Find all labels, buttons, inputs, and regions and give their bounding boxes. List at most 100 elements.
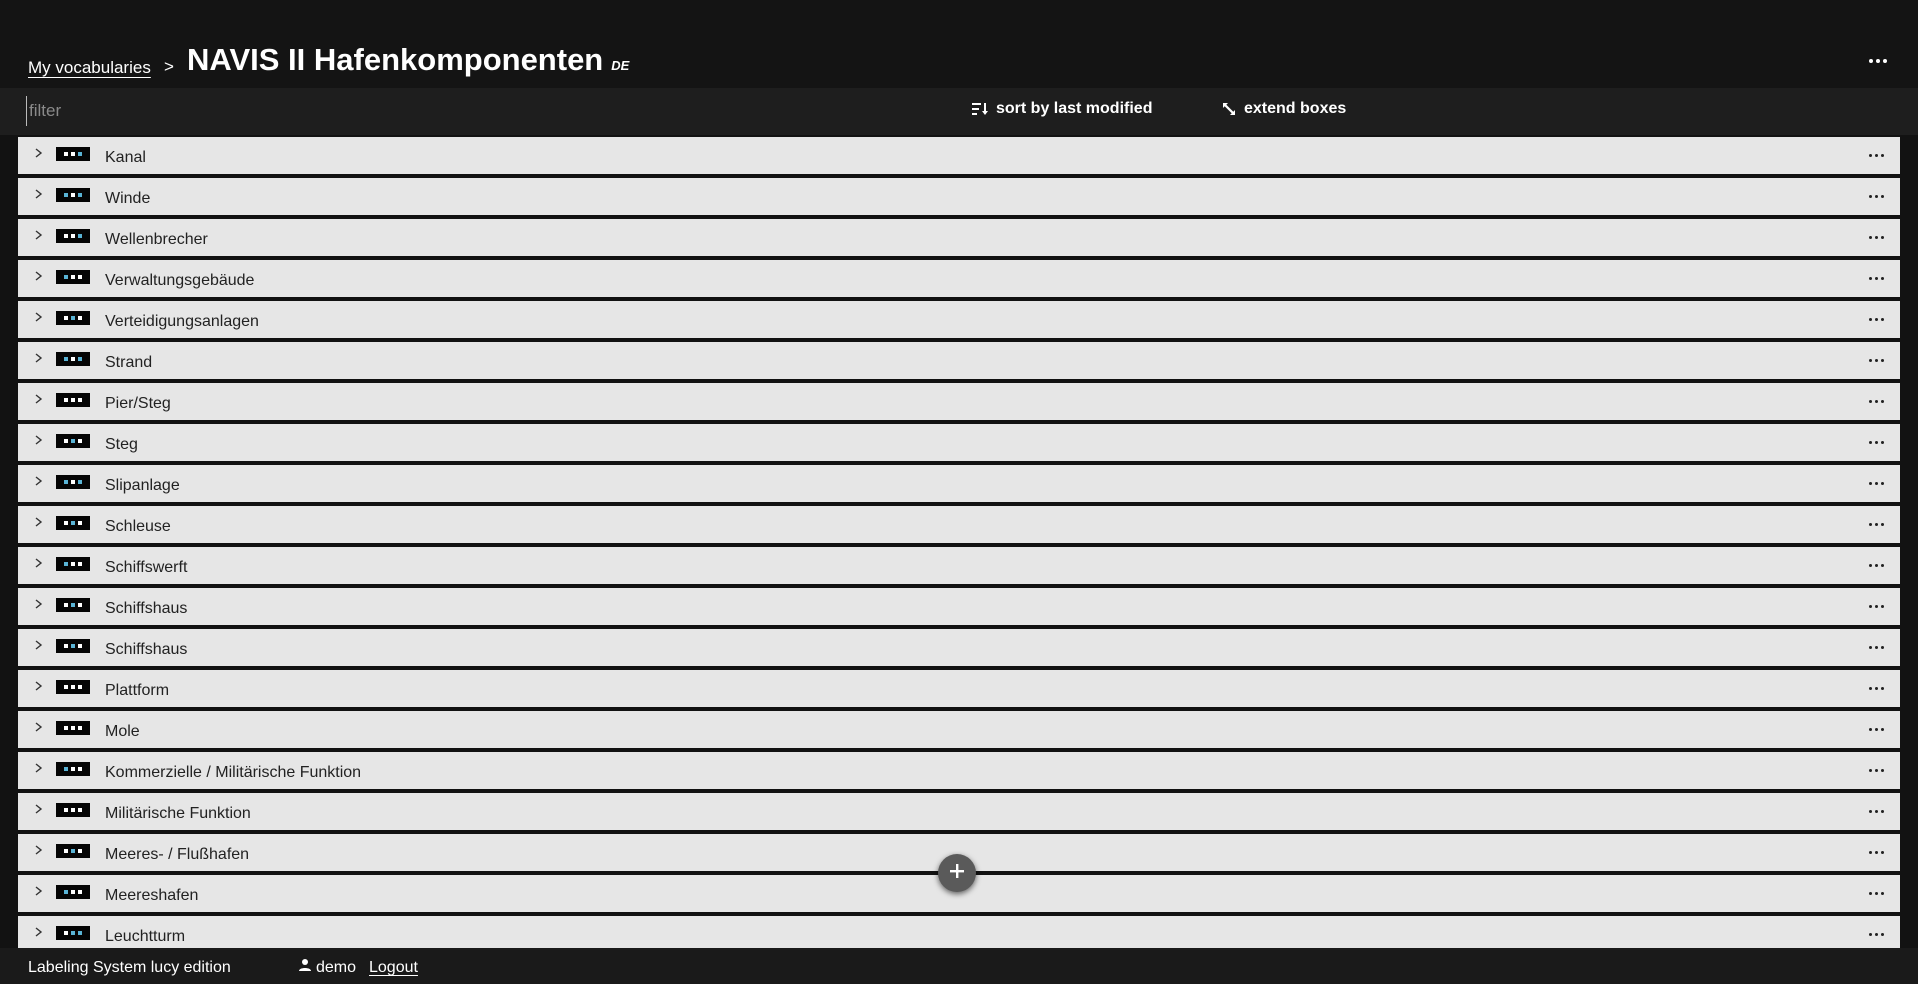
concept-thumbnail	[56, 188, 90, 202]
footer-brand: Labeling System lucy edition	[28, 959, 231, 976]
extend-label: extend boxes	[1244, 100, 1347, 117]
chevron-right-icon[interactable]	[32, 473, 46, 489]
language-badge: DE	[611, 58, 630, 73]
app-header: My vocabularies > NAVIS II Hafenkomponen…	[0, 0, 1918, 88]
chevron-right-icon[interactable]	[32, 719, 46, 735]
more-horizontal-icon[interactable]	[1866, 147, 1886, 163]
more-horizontal-icon[interactable]	[1866, 434, 1886, 450]
concept-row[interactable]: Militärische Funktion	[18, 793, 1900, 832]
more-horizontal-icon[interactable]	[1866, 639, 1886, 655]
concept-label: Winde	[105, 190, 151, 207]
concept-list: Kanal Winde Wellenbrecher Verwaltungsgebäud…	[18, 137, 1900, 957]
concept-row[interactable]: Schiffshaus	[18, 588, 1900, 627]
more-horizontal-icon[interactable]	[1866, 52, 1890, 70]
concept-thumbnail	[56, 352, 90, 366]
chevron-right-icon[interactable]	[32, 842, 46, 858]
chevron-right-icon[interactable]	[32, 637, 46, 653]
concept-row[interactable]: Plattform	[18, 670, 1900, 709]
chevron-right-icon[interactable]	[32, 227, 46, 243]
concept-label: Wellenbrecher	[105, 231, 208, 248]
concept-thumbnail	[56, 844, 90, 858]
concept-thumbnail	[56, 147, 90, 161]
footer-user: demo	[298, 958, 356, 977]
concept-label: Schiffshaus	[105, 641, 188, 658]
sort-label: sort by last modified	[996, 100, 1153, 117]
concept-row[interactable]: Winde	[18, 178, 1900, 217]
more-horizontal-icon[interactable]	[1866, 844, 1886, 860]
more-horizontal-icon[interactable]	[1866, 229, 1886, 245]
chevron-right-icon[interactable]	[32, 555, 46, 571]
concept-row[interactable]: Schiffswerft	[18, 547, 1900, 586]
more-horizontal-icon[interactable]	[1866, 803, 1886, 819]
chevron-right-icon[interactable]	[32, 514, 46, 530]
more-horizontal-icon[interactable]	[1866, 393, 1886, 409]
chevron-right-icon[interactable]	[32, 309, 46, 325]
more-horizontal-icon[interactable]	[1866, 352, 1886, 368]
concept-row[interactable]: Wellenbrecher	[18, 219, 1900, 258]
concept-label: Verwaltungsgebäude	[105, 272, 255, 289]
chevron-right-icon[interactable]	[32, 801, 46, 817]
chevron-right-icon[interactable]	[32, 391, 46, 407]
chevron-right-icon[interactable]	[32, 760, 46, 776]
chevron-right-icon[interactable]	[32, 350, 46, 366]
add-concept-button[interactable]	[938, 854, 976, 892]
concept-row[interactable]: Verteidigungsanlagen	[18, 301, 1900, 340]
concept-row[interactable]: Kommerzielle / Militärische Funktion	[18, 752, 1900, 791]
page-title: NAVIS II Hafenkomponenten	[187, 42, 604, 77]
breadcrumb-my-vocabularies[interactable]: My vocabularies	[28, 58, 151, 78]
expand-arrows-icon	[1222, 102, 1236, 116]
more-horizontal-icon[interactable]	[1866, 270, 1886, 286]
concept-label: Mole	[105, 723, 140, 740]
more-horizontal-icon[interactable]	[1866, 598, 1886, 614]
concept-label: Schiffshaus	[105, 600, 188, 617]
filter-input[interactable]	[26, 96, 726, 126]
concept-label: Plattform	[105, 682, 170, 699]
person-icon	[298, 958, 312, 977]
sort-by-last-modified-button[interactable]: sort by last modified	[972, 100, 1152, 118]
more-horizontal-icon[interactable]	[1866, 680, 1886, 696]
more-horizontal-icon[interactable]	[1866, 762, 1886, 778]
concept-label: Meeres- / Flußhafen	[105, 846, 250, 863]
concept-label: Militärische Funktion	[105, 805, 251, 822]
concept-thumbnail	[56, 516, 90, 530]
concept-row[interactable]: Schiffshaus	[18, 629, 1900, 668]
chevron-right-icon[interactable]	[32, 596, 46, 612]
more-horizontal-icon[interactable]	[1866, 475, 1886, 491]
concept-thumbnail	[56, 270, 90, 284]
concept-row[interactable]: Mole	[18, 711, 1900, 750]
chevron-right-icon[interactable]	[32, 145, 46, 161]
concept-thumbnail	[56, 229, 90, 243]
concept-label: Meereshafen	[105, 887, 199, 904]
concept-row[interactable]: Steg	[18, 424, 1900, 463]
concept-thumbnail	[56, 639, 90, 653]
concept-row[interactable]: Slipanlage	[18, 465, 1900, 504]
more-horizontal-icon[interactable]	[1866, 926, 1886, 942]
chevron-right-icon[interactable]	[32, 432, 46, 448]
sort-list-icon	[972, 102, 988, 116]
more-horizontal-icon[interactable]	[1866, 721, 1886, 737]
more-horizontal-icon[interactable]	[1866, 188, 1886, 204]
breadcrumb-separator: >	[164, 57, 174, 76]
chevron-right-icon[interactable]	[32, 186, 46, 202]
logout-link[interactable]: Logout	[369, 959, 418, 977]
more-horizontal-icon[interactable]	[1866, 557, 1886, 573]
concept-label: Pier/Steg	[105, 395, 171, 412]
concept-thumbnail	[56, 311, 90, 325]
extend-boxes-button[interactable]: extend boxes	[1222, 100, 1346, 118]
chevron-right-icon[interactable]	[32, 268, 46, 284]
more-horizontal-icon[interactable]	[1866, 885, 1886, 901]
concept-label: Slipanlage	[105, 477, 180, 494]
concept-row[interactable]: Strand	[18, 342, 1900, 381]
chevron-right-icon[interactable]	[32, 924, 46, 940]
concept-row[interactable]: Verwaltungsgebäude	[18, 260, 1900, 299]
more-horizontal-icon[interactable]	[1866, 311, 1886, 327]
chevron-right-icon[interactable]	[32, 678, 46, 694]
concept-thumbnail	[56, 598, 90, 612]
more-horizontal-icon[interactable]	[1866, 516, 1886, 532]
chevron-right-icon[interactable]	[32, 883, 46, 899]
concept-row[interactable]: Schleuse	[18, 506, 1900, 545]
concept-thumbnail	[56, 803, 90, 817]
concept-row[interactable]: Kanal	[18, 137, 1900, 176]
concept-row[interactable]: Pier/Steg	[18, 383, 1900, 422]
toolbar: sort by last modified extend boxes	[0, 88, 1918, 135]
